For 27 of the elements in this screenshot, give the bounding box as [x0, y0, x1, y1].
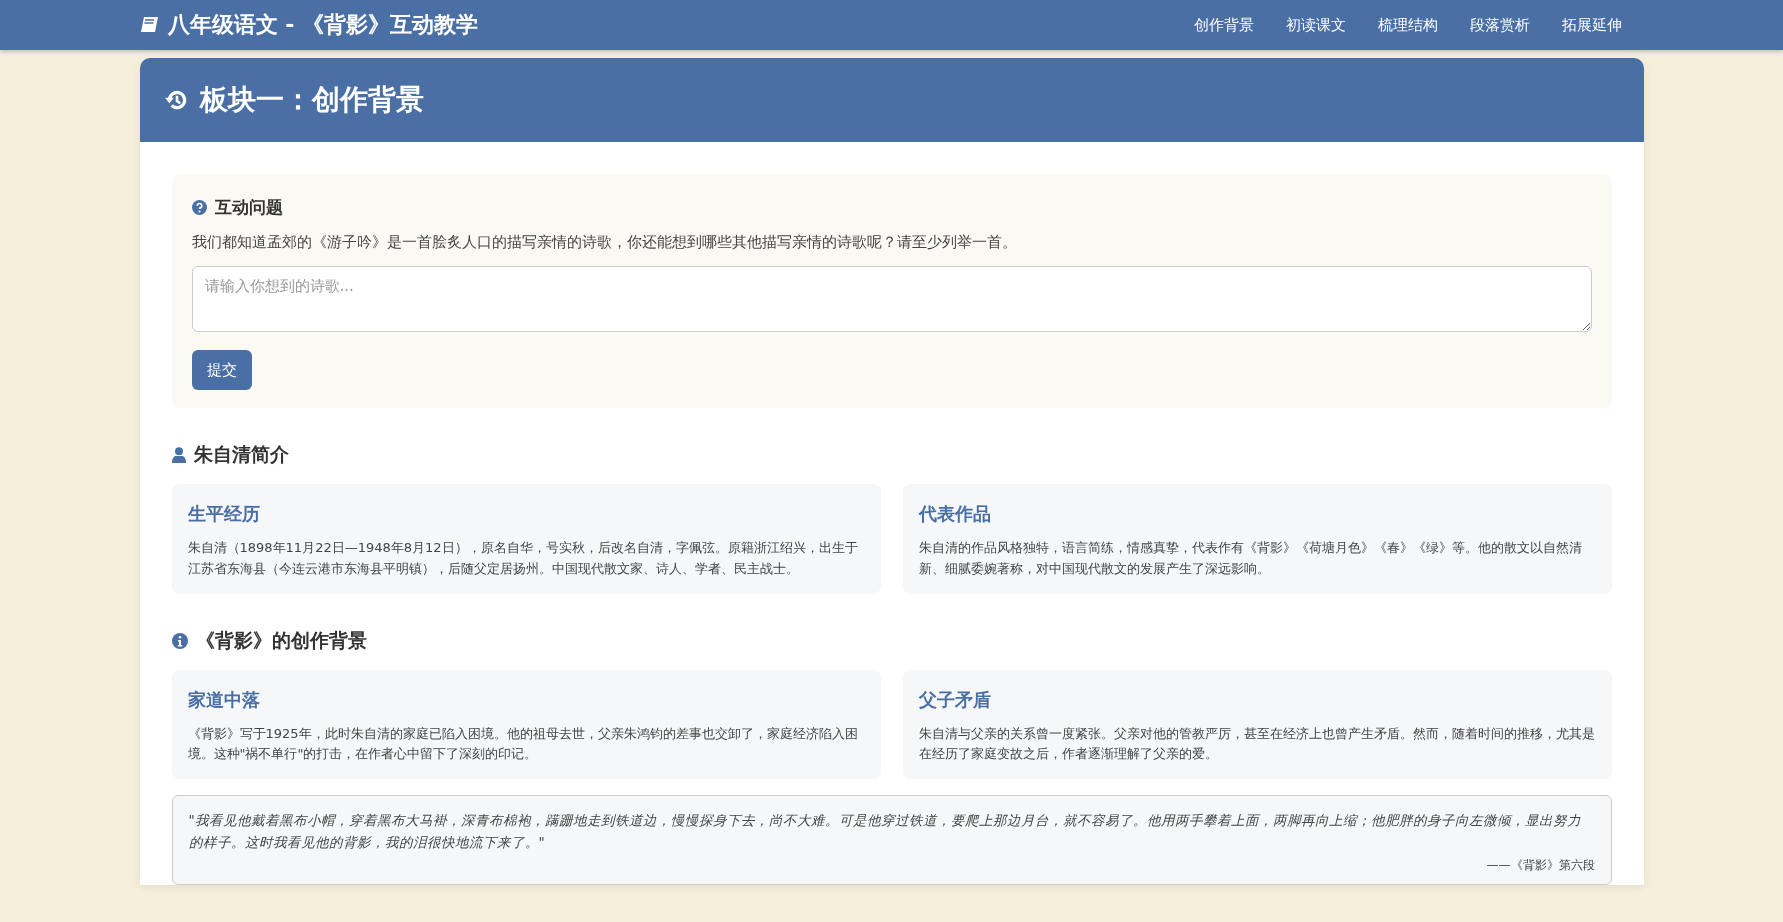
card-text: 《背影》写于1925年，此时朱自清的家庭已陷入困境。他的祖母去世，父亲朱鸿钧的差事也交卸了，家庭经济陷入困境。这种"祸不单行"的打击，在作者心中留下了深刻的印记。: [187, 724, 859, 764]
quote-text: "我看见他戴着黑布小帽，穿着黑布大马褂，深青布棉袍，蹒跚地走到铁道边，慢慢探身下去，尚不大难。可是他穿过铁道，要爬上那边月台，就不容易了。他用两手攀着上面，两脚再向上缩；他肥胖的身子向左微倾，显出努力的样子。这时我看见他的背影，我的泪很快地流下来了。": [188, 811, 1582, 852]
card-title: 父子矛盾: [918, 687, 992, 712]
nav-link[interactable]: 梳理结构: [1377, 15, 1438, 35]
card-text: 朱自清（1898年11月22日—1948年8月12日），原名自华，号实秋，后改名自清，字佩弦。原籍浙江绍兴，出生于江苏省东海县（今连云港市东海县平明镇），后随父定居扬州。中国现代散文家、诗人、学者、民主战士。: [187, 539, 859, 578]
info-icon: [171, 632, 188, 649]
answer-field[interactable]: 请输入你想到的诗歌...: [191, 266, 1592, 332]
nav-link[interactable]: 创作背景: [1193, 15, 1254, 35]
submit-button[interactable]: 提交: [191, 350, 252, 390]
module-title: 板块一：创作背景: [199, 82, 424, 118]
question-heading: 互动问题: [214, 196, 283, 219]
quote-source: ——《背影》第六段: [1486, 857, 1595, 875]
section-heading: 《背影》的创作背景: [195, 627, 367, 653]
site-title: 八年级语文 - 《背影》互动教学: [167, 11, 478, 39]
card-text: 朱自清与父亲的关系曾一度紧张。父亲对他的管教严厉，甚至在经济上也曾产生矛盾。然而，随着时间的推移，尤其是在经历了家庭变故之后，作者逐渐理解了父亲的爱。: [918, 724, 1596, 764]
card-title: 家道中落: [187, 687, 261, 712]
card-text: 朱自清的作品风格独特，语言简练，情感真挚，代表作有《背影》《荷塘月色》《春》《绿》等。他的散文以自然清新、细腻委婉著称，对中国现代散文的发展产生了深远影响。: [918, 539, 1583, 578]
question-text: 我们都知道孟郊的《游子吟》是一首脍炙人口的描写亲情的诗歌，你还能想到哪些其他描写亲情的诗歌呢？请至少列举一首。: [191, 233, 1018, 252]
nav-link[interactable]: 拓展延伸: [1561, 15, 1622, 35]
nav-link[interactable]: 初读课文: [1285, 15, 1346, 35]
card-title: 代表作品: [918, 502, 992, 526]
question-icon: [191, 200, 207, 215]
user-icon: [171, 447, 186, 463]
card-title: 生平经历: [187, 502, 261, 526]
section-heading: 朱自清简介: [193, 442, 289, 467]
nav-link[interactable]: 段落赏析: [1469, 15, 1530, 35]
book-icon: [139, 16, 160, 34]
